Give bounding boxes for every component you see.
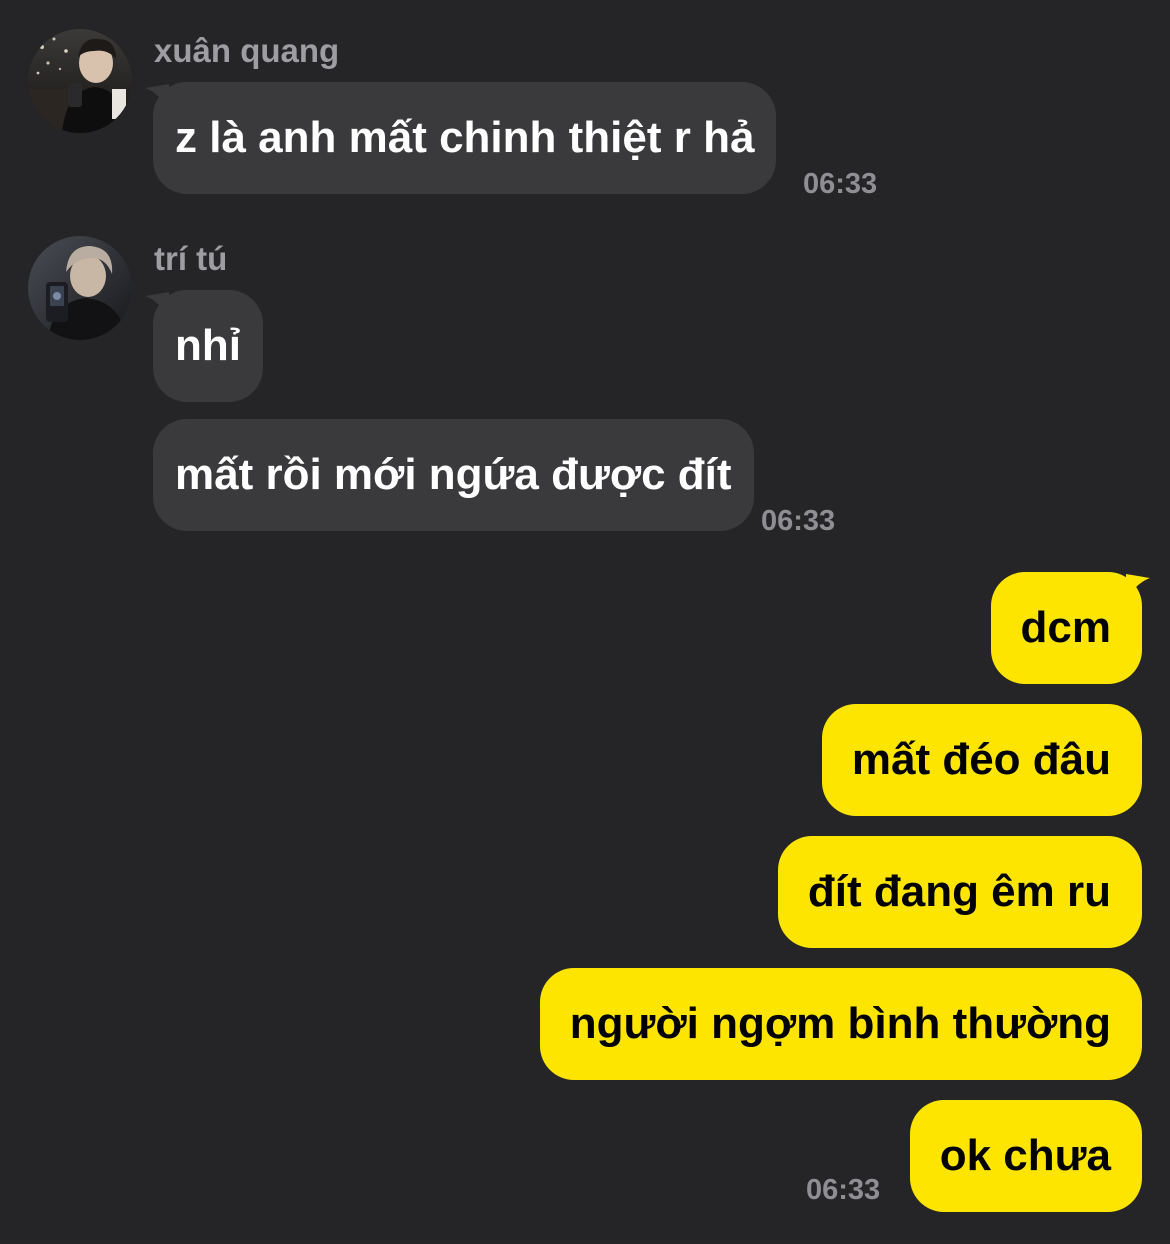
- message-bubble-sent[interactable]: đít đang êm ru: [777, 836, 1142, 948]
- message-text: người ngợm bình thường: [569, 999, 1111, 1048]
- message-bubble[interactable]: z là anh mất chinh thiệt r hả: [153, 82, 777, 194]
- sender-name: trí tú: [154, 240, 228, 277]
- message-text: dcm: [1020, 603, 1111, 652]
- message-text: đít đang êm ru: [807, 867, 1111, 916]
- message-text: mất đéo đâu: [851, 735, 1111, 784]
- avatar-photo: [28, 236, 132, 340]
- message-text: nhỉ: [175, 321, 241, 370]
- message-bubble[interactable]: nhỉ: [153, 290, 263, 402]
- sender-name: xuân quang: [154, 32, 340, 69]
- avatar-xuan-quang[interactable]: [28, 29, 132, 133]
- message-bubble-sent[interactable]: mất đéo đâu: [821, 704, 1142, 816]
- message-bubble-sent[interactable]: người ngợm bình thường: [539, 968, 1142, 1080]
- avatar-tri-tu[interactable]: [28, 236, 132, 340]
- avatar-photo: [28, 29, 132, 133]
- message-text: z là anh mất chinh thiệt r hả: [175, 113, 755, 162]
- message-timestamp: 06:33: [761, 505, 836, 537]
- message-bubble-sent[interactable]: ok chưa: [909, 1100, 1142, 1212]
- message-text: ok chưa: [939, 1131, 1111, 1180]
- message-text: mất rồi mới ngứa được đít: [175, 450, 732, 499]
- message-timestamp: 06:33: [803, 168, 878, 200]
- message-bubble[interactable]: mất rồi mới ngứa được đít: [153, 419, 754, 531]
- message-bubble-sent[interactable]: dcm: [990, 572, 1142, 684]
- message-timestamp: 06:33: [806, 1174, 881, 1206]
